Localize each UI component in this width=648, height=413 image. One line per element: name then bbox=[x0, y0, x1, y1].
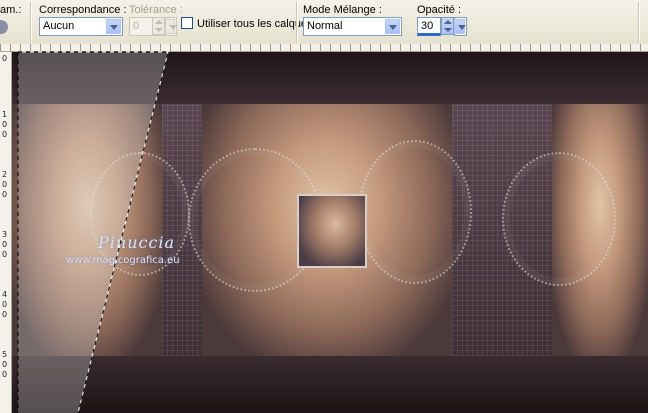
center-thumbnail bbox=[297, 194, 367, 268]
tolerance-label: Tolérance : bbox=[129, 4, 183, 16]
opacity-label: Opacité : bbox=[417, 4, 462, 16]
tool-preset-icon[interactable] bbox=[0, 20, 8, 34]
ruler-mark: 3 0 0 bbox=[2, 230, 8, 259]
match-mode-label: Correspondance : bbox=[39, 4, 127, 16]
lace-ornament bbox=[502, 152, 616, 286]
match-mode-value: Aucun bbox=[43, 20, 75, 32]
truncated-option-label: am.: bbox=[0, 4, 22, 16]
opacity-spinner[interactable] bbox=[441, 17, 454, 35]
ruler-mark: 2 0 0 bbox=[2, 170, 8, 199]
ruler-mark: 4 0 0 bbox=[2, 290, 8, 319]
chevron-down-icon[interactable] bbox=[385, 19, 400, 34]
chevron-down-icon[interactable] bbox=[454, 19, 466, 34]
image-canvas[interactable]: Pinuccia www.magicografica.eu bbox=[12, 52, 648, 413]
toolbar-separator bbox=[296, 2, 298, 42]
tolerance-spinner[interactable] bbox=[152, 17, 165, 35]
ruler-mark: 0 bbox=[2, 54, 8, 63]
blend-mode-label: Mode Mélange : bbox=[303, 4, 382, 16]
vertical-ruler: 0 1 0 0 2 0 0 3 0 0 4 0 0 5 0 0 bbox=[0, 52, 12, 413]
all-layers-checkbox[interactable] bbox=[181, 17, 193, 29]
blend-mode-select[interactable]: Normal bbox=[303, 17, 402, 36]
tolerance-dropdown[interactable] bbox=[165, 17, 177, 36]
toolbar-separator bbox=[638, 2, 640, 42]
chevron-down-icon[interactable] bbox=[165, 19, 177, 34]
lace-ornament bbox=[358, 140, 472, 284]
chevron-down-icon[interactable] bbox=[106, 19, 121, 34]
horizontal-ruler bbox=[0, 44, 648, 52]
match-mode-select[interactable]: Aucun bbox=[39, 17, 123, 36]
tolerance-value: 0 bbox=[133, 20, 140, 32]
ruler-mark: 1 0 0 bbox=[2, 110, 8, 139]
opacity-field[interactable]: 30 bbox=[417, 17, 441, 36]
toolbar-separator bbox=[30, 2, 32, 42]
tool-options-bar: am.: Correspondance : Aucun Tolérance : … bbox=[0, 0, 648, 45]
ruler-mark: 5 0 0 bbox=[2, 350, 8, 379]
opacity-dropdown[interactable] bbox=[454, 17, 467, 36]
canvas-bottom-band bbox=[12, 356, 648, 413]
blend-mode-value: Normal bbox=[307, 20, 343, 32]
opacity-value: 30 bbox=[421, 20, 434, 32]
